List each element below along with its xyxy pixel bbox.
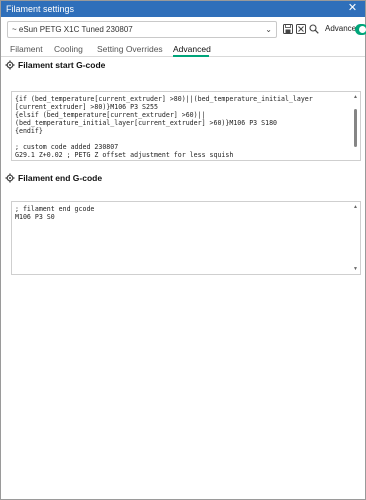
tab-bar: Filament Cooling Setting Overrides Advan… [1,41,365,57]
section-header-end-gcode: Filament end G-code [5,173,361,185]
delete-icon[interactable] [294,22,308,36]
end-gcode-text: ; filament end gcode M106 P3 S0 [15,205,95,221]
window-title: Filament settings [6,4,75,14]
end-gcode-editor[interactable]: ; filament end gcode M106 P3 S0 ▲ ▼ [11,201,361,275]
active-tab-indicator [173,55,209,57]
filament-settings-window: Filament settings ✕ ~ eSun PETG X1C Tune… [0,0,366,500]
vertical-scrollbar[interactable]: ▲ [352,93,359,159]
vertical-scrollbar[interactable]: ▲ ▼ [352,203,359,273]
section-header-start-gcode: Filament start G-code [5,60,361,72]
tab-filament[interactable]: Filament [10,44,43,54]
start-gcode-editor[interactable]: {if (bed_temperature[current_extruder] >… [11,91,361,161]
title-bar: Filament settings ✕ [1,1,365,17]
chevron-down-icon: ⌄ [265,25,272,34]
preset-name: ~ eSun PETG X1C Tuned 230807 [12,25,133,34]
tab-advanced[interactable]: Advanced [173,44,211,54]
preset-row: ~ eSun PETG X1C Tuned 230807 ⌄ Advanced [7,21,366,39]
section-title: Filament start G-code [18,60,106,70]
scroll-up-icon[interactable]: ▲ [352,94,359,100]
preset-select[interactable]: ~ eSun PETG X1C Tuned 230807 ⌄ [7,21,277,38]
tab-cooling[interactable]: Cooling [54,44,83,54]
close-icon[interactable]: ✕ [346,2,359,15]
scroll-down-icon[interactable]: ▼ [352,266,359,272]
gear-icon [5,173,15,183]
advanced-toggle[interactable] [355,24,366,35]
gear-icon [5,60,15,70]
save-icon[interactable] [281,22,295,36]
scroll-thumb[interactable] [354,109,357,147]
search-icon[interactable] [307,22,321,36]
section-title: Filament end G-code [18,173,103,183]
scroll-up-icon[interactable]: ▲ [352,204,359,210]
start-gcode-text: {if (bed_temperature[current_extruder] >… [15,95,313,159]
tab-setting-overrides[interactable]: Setting Overrides [97,44,163,54]
toggle-knob [359,26,366,33]
